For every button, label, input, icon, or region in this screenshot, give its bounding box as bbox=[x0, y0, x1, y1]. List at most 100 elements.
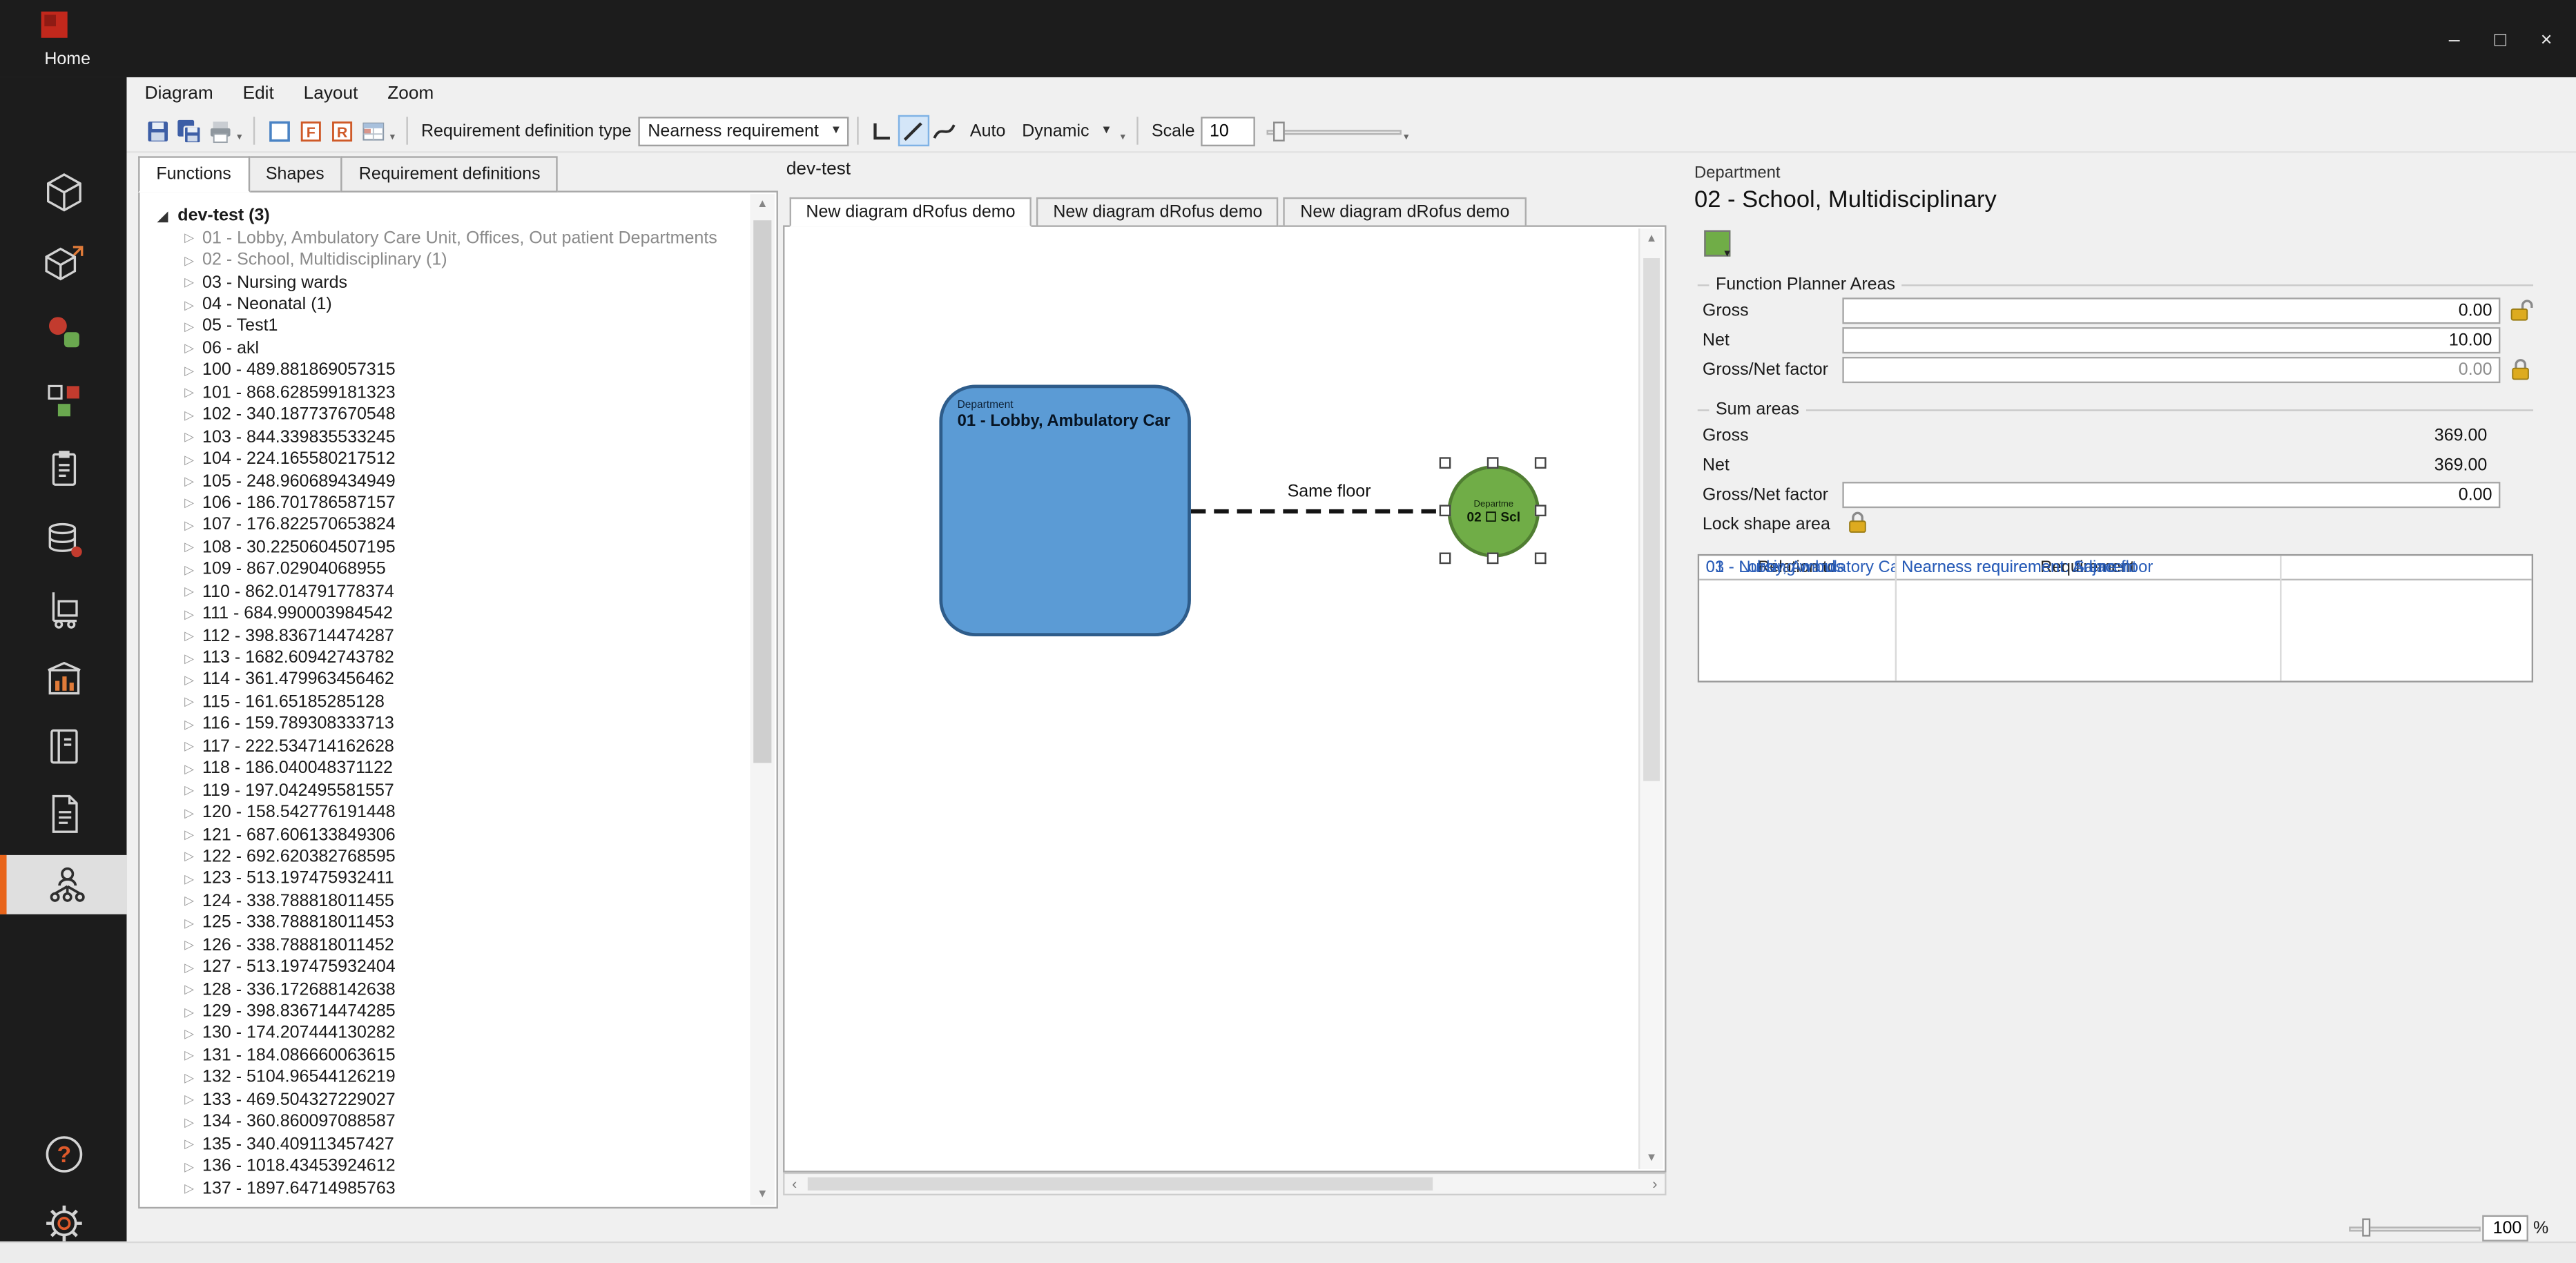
expander-closed-icon[interactable]: ▷ bbox=[181, 363, 197, 378]
sidebar-item-cube[interactable] bbox=[0, 163, 126, 222]
expander-closed-icon[interactable]: ▷ bbox=[181, 894, 197, 908]
scale-slider-track[interactable] bbox=[1267, 129, 1402, 135]
expander-closed-icon[interactable]: ▷ bbox=[181, 341, 197, 355]
menu-item[interactable]: Diagram bbox=[130, 84, 228, 104]
expander-closed-icon[interactable]: ▷ bbox=[181, 982, 197, 997]
selection-handle[interactable] bbox=[1439, 505, 1451, 517]
scroll-left-icon[interactable]: ‹ bbox=[784, 1175, 804, 1192]
expander-closed-icon[interactable]: ▷ bbox=[181, 496, 197, 510]
diagram-tab[interactable]: New diagram dRofus demo bbox=[1036, 197, 1279, 227]
expander-closed-icon[interactable]: ▷ bbox=[181, 628, 197, 643]
zoom-slider-thumb[interactable] bbox=[2362, 1218, 2371, 1237]
menu-item[interactable]: Zoom bbox=[373, 84, 449, 104]
expander-closed-icon[interactable]: ▷ bbox=[181, 1137, 197, 1151]
gross-input[interactable] bbox=[1842, 297, 2501, 324]
tree-item[interactable]: ▷ 02 - School, Multidisciplinary (1) bbox=[155, 249, 750, 271]
tree-item[interactable]: ▷ 135 - 340.409113457427 bbox=[155, 1133, 750, 1155]
req-def-type-select[interactable]: Nearness requirement ▼ bbox=[638, 115, 849, 146]
menu-item[interactable]: Edit bbox=[228, 84, 289, 104]
left-panel-tab[interactable]: Functions bbox=[138, 156, 250, 193]
scroll-up-icon[interactable]: ▲ bbox=[750, 199, 775, 210]
relation-row[interactable]: 03 - Nursing wards Nearness requirement:… bbox=[1699, 556, 2532, 580]
tree-item[interactable]: ▷ 131 - 184.086660063615 bbox=[155, 1044, 750, 1066]
sidebar-item-shapes[interactable] bbox=[0, 302, 126, 362]
expander-closed-icon[interactable]: ▷ bbox=[181, 275, 197, 289]
dynamic-select[interactable]: Dynamic ▼ bbox=[1012, 116, 1118, 146]
expander-closed-icon[interactable]: ▷ bbox=[181, 1115, 197, 1129]
relation-to-cell[interactable]: 03 - Nursing wards bbox=[1699, 559, 1895, 577]
tree-item[interactable]: ▷ 126 - 338.788818011452 bbox=[155, 934, 750, 956]
expander-closed-icon[interactable]: ▷ bbox=[181, 783, 197, 797]
tree-item[interactable]: ▷ 119 - 197.042495581557 bbox=[155, 779, 750, 801]
factor-input[interactable] bbox=[1842, 357, 2501, 384]
tree-item[interactable]: ▷ 123 - 513.197475932411 bbox=[155, 868, 750, 890]
print-button[interactable] bbox=[204, 115, 235, 146]
expander-closed-icon[interactable]: ▷ bbox=[181, 606, 197, 620]
sidebar-item-clipboard[interactable] bbox=[0, 439, 126, 498]
expander-closed-icon[interactable]: ▷ bbox=[181, 319, 197, 333]
tree-item[interactable]: ▷ 136 - 1018.43453924612 bbox=[155, 1155, 750, 1177]
expander-closed-icon[interactable]: ▷ bbox=[181, 716, 197, 731]
expander-open-icon[interactable]: ◢ bbox=[155, 208, 171, 222]
color-picker[interactable]: ▼ bbox=[1704, 230, 1747, 264]
tree-item[interactable]: ▷ 116 - 159.789308333713 bbox=[155, 713, 750, 735]
sum-factor-input[interactable] bbox=[1842, 482, 2501, 509]
expander-closed-icon[interactable]: ▷ bbox=[181, 1026, 197, 1041]
tree-item[interactable]: ▷ 128 - 336.172688142638 bbox=[155, 978, 750, 1000]
lock-icon[interactable] bbox=[1848, 510, 1870, 535]
selection-handle[interactable] bbox=[1534, 552, 1547, 565]
expander-closed-icon[interactable]: ▷ bbox=[181, 805, 197, 819]
selection-handle[interactable] bbox=[1534, 505, 1547, 517]
sidebar-item-help[interactable]: ? bbox=[0, 1125, 126, 1184]
tree-item[interactable]: ▷ 110 - 862.014791778374 bbox=[155, 580, 750, 603]
curve-line-button[interactable] bbox=[929, 115, 960, 146]
expander-closed-icon[interactable]: ▷ bbox=[181, 761, 197, 775]
canvas-vscrollbar[interactable]: ▲ ▼ bbox=[1638, 228, 1663, 1169]
tree-scrollbar[interactable]: ▲ ▼ bbox=[750, 194, 775, 1206]
ribbon-tab-home[interactable]: Home bbox=[44, 49, 90, 69]
expander-closed-icon[interactable]: ▷ bbox=[181, 960, 197, 975]
toolbar-overflow-icon[interactable]: ▾ bbox=[390, 130, 395, 142]
expander-closed-icon[interactable]: ▷ bbox=[181, 1048, 197, 1063]
expander-closed-icon[interactable]: ▷ bbox=[181, 872, 197, 886]
expander-closed-icon[interactable]: ▷ bbox=[181, 540, 197, 554]
tree-item[interactable]: ▷ 109 - 867.02904068955 bbox=[155, 558, 750, 580]
tree-item[interactable]: ▷ 05 - Test1 bbox=[155, 315, 750, 337]
menu-item[interactable]: Layout bbox=[289, 84, 373, 104]
expander-closed-icon[interactable]: ▷ bbox=[181, 1093, 197, 1107]
diagram-canvas[interactable]: Department 01 - Lobby, Ambulatory Car Sa… bbox=[783, 225, 1667, 1173]
expander-closed-icon[interactable]: ▷ bbox=[181, 1181, 197, 1195]
expander-closed-icon[interactable]: ▷ bbox=[181, 518, 197, 532]
new-shape-button[interactable] bbox=[263, 115, 294, 146]
tree-item[interactable]: ▷ 104 - 224.165580217512 bbox=[155, 448, 750, 470]
shape-department-01[interactable]: Department 01 - Lobby, Ambulatory Car bbox=[939, 384, 1191, 637]
expander-closed-icon[interactable]: ▷ bbox=[181, 694, 197, 709]
tree-item[interactable]: ▷ 120 - 158.542776191448 bbox=[155, 801, 750, 823]
nearness-connector-line[interactable] bbox=[1190, 503, 1451, 520]
tree-item[interactable]: ▷ 112 - 398.836714474287 bbox=[155, 625, 750, 647]
minimize-icon[interactable]: – bbox=[2431, 0, 2477, 77]
expander-closed-icon[interactable]: ▷ bbox=[181, 407, 197, 422]
selection-handle[interactable] bbox=[1439, 457, 1451, 469]
tree-item[interactable]: ▷ 133 - 469.504327229027 bbox=[155, 1088, 750, 1110]
tree-item[interactable]: ▷ 100 - 489.881869057315 bbox=[155, 360, 750, 382]
function-mode-button[interactable]: F bbox=[295, 115, 326, 146]
close-icon[interactable]: × bbox=[2524, 0, 2570, 77]
save-button[interactable] bbox=[142, 115, 173, 146]
sidebar-item-org-chart[interactable] bbox=[0, 854, 127, 914]
net-input[interactable] bbox=[1842, 327, 2501, 354]
expander-closed-icon[interactable]: ▷ bbox=[181, 385, 197, 400]
tree-item[interactable]: ▷ 102 - 340.187737670548 bbox=[155, 404, 750, 426]
tree-item[interactable]: ▷ 03 - Nursing wards bbox=[155, 271, 750, 293]
tree-item[interactable]: ▷ 132 - 5104.96544126219 bbox=[155, 1066, 750, 1088]
sidebar-item-cube-arrow[interactable] bbox=[0, 233, 126, 293]
zoom-slider[interactable] bbox=[2349, 1217, 2481, 1240]
expander-closed-icon[interactable]: ▷ bbox=[181, 451, 197, 466]
diagram-tab[interactable]: New diagram dRofus demo bbox=[1284, 197, 1527, 227]
expander-closed-icon[interactable]: ▷ bbox=[181, 738, 197, 753]
expander-closed-icon[interactable]: ▷ bbox=[181, 1004, 197, 1019]
expander-closed-icon[interactable]: ▷ bbox=[181, 297, 197, 311]
tree-item[interactable]: ▷ 06 - akl bbox=[155, 337, 750, 360]
expander-closed-icon[interactable]: ▷ bbox=[181, 429, 197, 444]
selection-handle[interactable] bbox=[1486, 457, 1499, 469]
